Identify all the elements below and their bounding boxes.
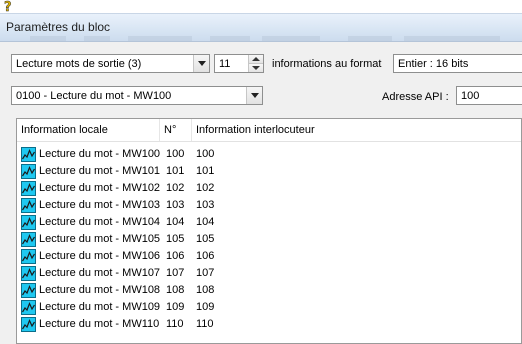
remote-information-cell: 110 (196, 318, 214, 330)
api-address-value: 100 (461, 90, 480, 102)
remote-information-cell: 104 (196, 216, 215, 228)
api-address-label: Adresse API : (382, 91, 449, 103)
local-information-cell: Lecture du mot - MW105 (39, 233, 161, 245)
dialog-title: Paramètres du bloc (6, 20, 111, 34)
word-select[interactable]: 0100 - Lecture du mot - MW100 (11, 86, 263, 105)
waveform-icon (21, 198, 36, 213)
number-cell: 107 (166, 267, 185, 279)
local-information-cell: Lecture du mot - MW103 (39, 199, 161, 211)
remote-information-cell: 109 (196, 301, 215, 313)
table-row[interactable]: Lecture du mot - MW101 101 101 (17, 163, 521, 180)
table-row[interactable]: Lecture du mot - MW103 103 103 (17, 197, 521, 214)
remote-information-cell: 101 (196, 165, 215, 177)
background-artifact (84, 36, 110, 41)
table-row[interactable]: Lecture du mot - MW102 102 102 (17, 180, 521, 197)
header-number[interactable]: N° (160, 119, 192, 141)
local-information-cell: Lecture du mot - MW102 (39, 182, 161, 194)
local-information-cell: Lecture du mot - MW108 (39, 284, 161, 296)
number-cell: 106 (166, 250, 185, 262)
stepper-up-icon[interactable] (249, 55, 263, 64)
waveform-icon (21, 164, 36, 179)
number-cell: 100 (166, 148, 185, 160)
stepper-buttons (248, 55, 263, 72)
number-cell: 103 (166, 199, 185, 211)
waveform-icon (21, 147, 36, 162)
waveform-icon (21, 283, 36, 298)
top-strip: ? (0, 0, 522, 14)
format-value: Entier : 16 bits (398, 58, 469, 70)
count-value: 11 (219, 58, 231, 70)
waveform-icon (21, 317, 36, 332)
background-artifact (30, 36, 66, 41)
dialog-titlebar[interactable]: Paramètres du bloc (0, 14, 522, 42)
waveform-icon (21, 249, 36, 264)
background-artifact (210, 36, 250, 41)
local-information-cell: Lecture du mot - MW101 (39, 165, 161, 177)
table-row[interactable]: Lecture du mot - MW106 106 106 (17, 248, 521, 265)
local-information-cell: Lecture du mot - MW104 (39, 216, 161, 228)
local-information-cell: Lecture du mot - MW106 (39, 250, 161, 262)
remote-information-cell: 102 (196, 182, 215, 194)
format-label: informations au format (272, 58, 382, 70)
table-row[interactable]: Lecture du mot - MW109 109 109 (17, 299, 521, 316)
background-artifact (128, 36, 192, 41)
remote-information-cell: 105 (196, 233, 215, 245)
block-parameters-dialog: Paramètres du bloc Lecture mots de sorti… (0, 13, 522, 344)
number-cell: 101 (166, 165, 185, 177)
number-cell: 105 (166, 233, 185, 245)
word-value: 0100 - Lecture du mot - MW100 (16, 90, 172, 102)
local-information-cell: Lecture du mot - MW107 (39, 267, 161, 279)
table-row[interactable]: Lecture du mot - MW100 100 100 (17, 146, 521, 163)
waveform-icon (21, 266, 36, 281)
table-row[interactable]: Lecture du mot - MW104 104 104 (17, 214, 521, 231)
table-header: Information locale N° Information interl… (17, 119, 521, 142)
local-information-cell: Lecture du mot - MW109 (39, 301, 161, 313)
number-cell: 104 (166, 216, 185, 228)
header-remote-information[interactable]: Information interlocuteur (192, 119, 521, 141)
api-address-input[interactable]: 100 (456, 86, 522, 105)
waveform-icon (21, 181, 36, 196)
chevron-down-icon[interactable] (246, 87, 262, 104)
block-type-value: Lecture mots de sortie (3) (16, 58, 142, 70)
number-cell: 110 (166, 318, 184, 330)
waveform-icon (21, 232, 36, 247)
number-cell: 102 (166, 182, 185, 194)
background-artifact (404, 36, 500, 41)
remote-information-cell: 108 (196, 284, 215, 296)
number-cell: 108 (166, 284, 185, 296)
header-local-information[interactable]: Information locale (17, 119, 160, 141)
table-row[interactable]: Lecture du mot - MW105 105 105 (17, 231, 521, 248)
waveform-icon (21, 215, 36, 230)
information-table[interactable]: Information locale N° Information interl… (16, 118, 522, 344)
number-cell: 109 (166, 301, 185, 313)
background-artifact (348, 36, 392, 41)
local-information-cell: Lecture du mot - MW100 (39, 148, 161, 160)
block-type-select[interactable]: Lecture mots de sortie (3) (11, 54, 210, 73)
remote-information-cell: 106 (196, 250, 215, 262)
help-icon[interactable]: ? (3, 0, 13, 13)
svg-text:?: ? (4, 0, 12, 13)
remote-information-cell: 103 (196, 199, 215, 211)
waveform-icon (21, 300, 36, 315)
local-information-cell: Lecture du mot - MW110 (39, 318, 160, 330)
background-artifact (262, 36, 320, 41)
format-select[interactable]: Entier : 16 bits (393, 54, 522, 73)
table-row[interactable]: Lecture du mot - MW108 108 108 (17, 282, 521, 299)
chevron-down-icon[interactable] (193, 55, 209, 72)
count-stepper[interactable]: 11 (214, 54, 264, 73)
remote-information-cell: 107 (196, 267, 215, 279)
stepper-down-icon[interactable] (249, 64, 263, 72)
table-row[interactable]: Lecture du mot - MW107 107 107 (17, 265, 521, 282)
table-row[interactable]: Lecture du mot - MW110 110 110 (17, 316, 521, 333)
remote-information-cell: 100 (196, 148, 215, 160)
